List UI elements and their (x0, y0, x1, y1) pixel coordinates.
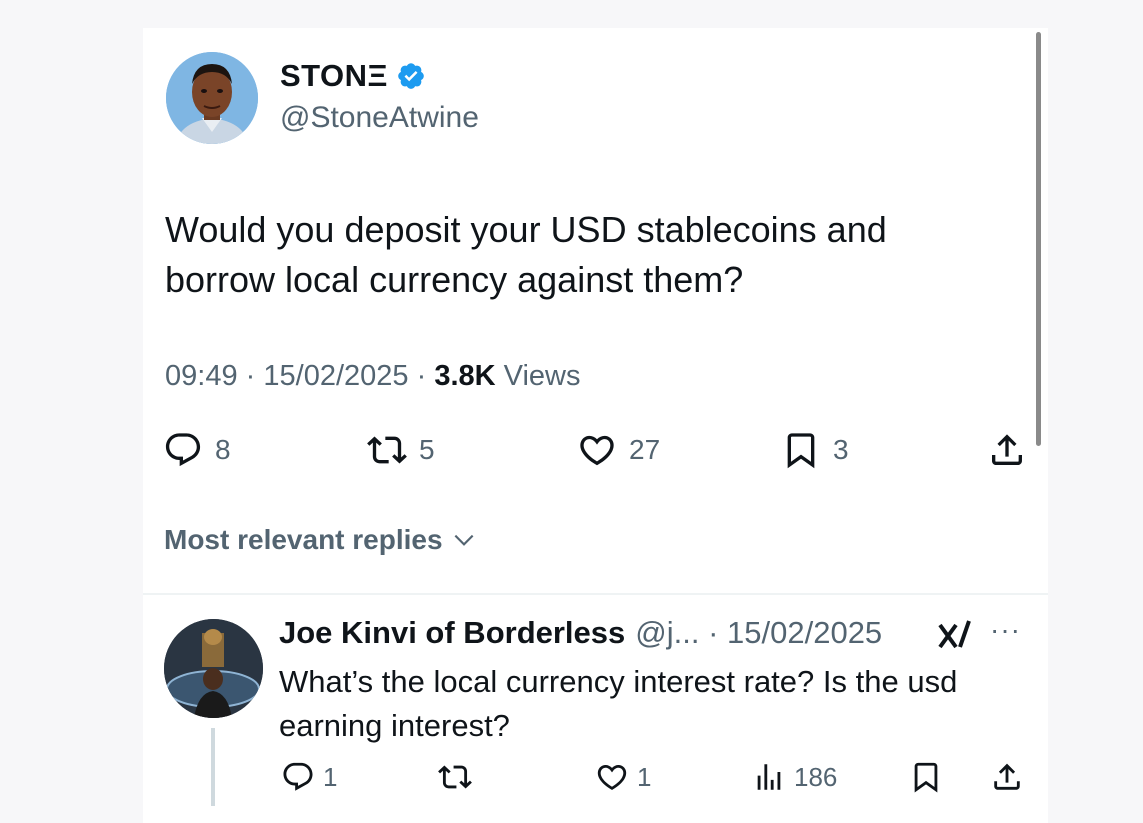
reply-meta[interactable]: @j... · 15/02/2025 (635, 615, 882, 651)
author-avatar[interactable] (166, 52, 258, 144)
divider (143, 593, 1048, 595)
reply-views-button[interactable]: 186 (752, 760, 837, 794)
reply-avatar[interactable] (164, 619, 263, 718)
reply-header: Joe Kinvi of Borderless @j... · 15/02/20… (279, 615, 882, 651)
verified-badge-icon (398, 63, 424, 89)
bookmark-icon (787, 433, 815, 469)
tweet-date[interactable]: 15/02/2025 (263, 360, 408, 392)
meta-separator: · (245, 360, 256, 392)
repost-icon (367, 436, 407, 464)
share-icon (994, 763, 1020, 790)
reply-share-button[interactable] (990, 760, 1024, 794)
bookmark-button[interactable]: 3 (781, 430, 849, 470)
reply-actions: 1 1 186 (0, 760, 1143, 800)
like-icon (597, 764, 627, 790)
reply-like-button[interactable]: 1 (595, 760, 651, 794)
tweet-actions: 8 5 27 3 (0, 430, 1143, 480)
like-count: 27 (629, 434, 661, 465)
reply-icon (165, 433, 201, 467)
replies-sort-dropdown[interactable]: Most relevant replies (164, 524, 477, 556)
repost-icon (438, 765, 472, 789)
tweet-text: Would you deposit your USD stablecoins a… (165, 209, 887, 300)
bookmark-count: 3 (833, 434, 849, 465)
reply-reply-count: 1 (323, 761, 338, 792)
scrollbar[interactable] (1036, 32, 1041, 446)
author-name[interactable]: STONΞ (280, 58, 388, 94)
views-label[interactable]: Views (504, 360, 581, 392)
share-button[interactable] (987, 430, 1027, 470)
like-icon (580, 435, 614, 466)
reply-button[interactable]: 8 (163, 430, 231, 470)
reply-repost-button[interactable] (438, 760, 472, 794)
reply-like-count: 1 (637, 761, 652, 792)
reply-bookmark-button[interactable] (909, 760, 943, 794)
reply-views-count: 186 (794, 761, 838, 792)
xai-logo-icon[interactable] (936, 617, 974, 655)
repost-button[interactable]: 5 (367, 430, 435, 470)
views-count[interactable]: 3.8K (434, 360, 495, 392)
author-name-row[interactable]: STONΞ (280, 58, 426, 94)
chevron-down-icon (454, 534, 473, 546)
bookmark-icon (914, 762, 938, 793)
repost-count: 5 (419, 434, 435, 465)
replies-sort-label: Most relevant replies (164, 524, 443, 555)
tweet-meta: 09:49 · 15/02/2025 · 3.8K Views (165, 360, 581, 393)
reply-reply-button[interactable]: 1 (281, 760, 337, 794)
reply-count: 8 (215, 434, 231, 465)
like-button[interactable]: 27 (577, 430, 660, 470)
reply-author-name[interactable]: Joe Kinvi of Borderless (279, 615, 625, 651)
reply-text: What’s the local currency interest rate?… (279, 664, 958, 743)
meta-separator: · (416, 360, 427, 392)
author-handle[interactable]: @StoneAtwine (280, 101, 479, 135)
tweet-time[interactable]: 09:49 (165, 360, 238, 392)
more-icon[interactable]: ··· (990, 614, 1021, 646)
reply-icon (283, 762, 313, 791)
views-icon (757, 764, 781, 790)
share-icon (992, 434, 1022, 465)
